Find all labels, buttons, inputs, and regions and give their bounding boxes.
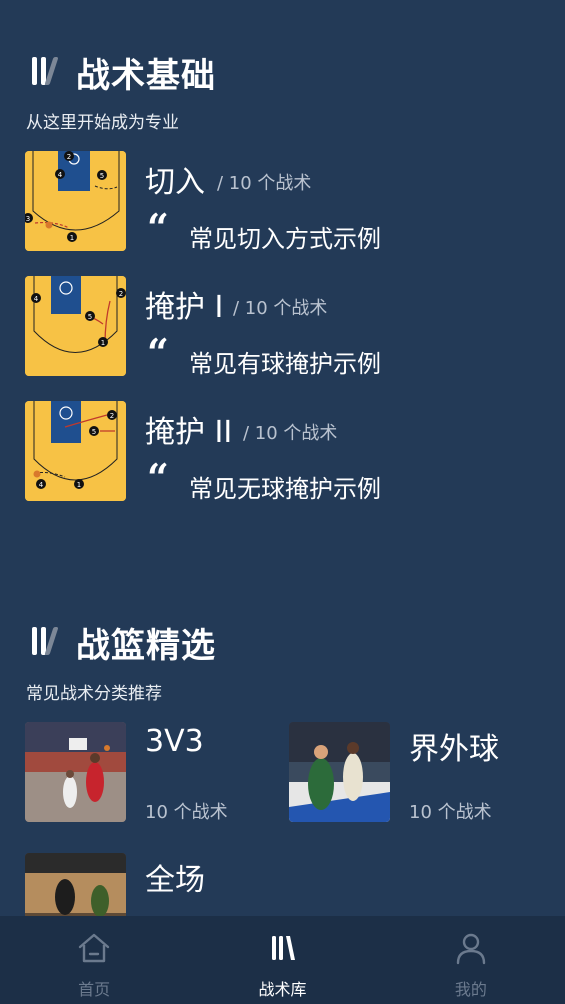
tactic-desc: 常见有球掩护示例 bbox=[189, 350, 381, 378]
tactic-count: / 10 个战术 bbox=[243, 423, 338, 444]
category-count: 10 个战术 bbox=[409, 802, 492, 823]
tactic-count: / 10 个战术 bbox=[217, 173, 312, 194]
category-name: 3V3 bbox=[145, 724, 204, 759]
category-name: 全场 bbox=[145, 863, 205, 898]
quote-icon: “ bbox=[147, 330, 169, 375]
category-photo bbox=[289, 722, 390, 822]
tactic-desc: 常见切入方式示例 bbox=[189, 225, 381, 253]
quote-icon: “ bbox=[147, 455, 169, 500]
svg-text:1: 1 bbox=[70, 234, 74, 242]
picks-header: 战篮精选 bbox=[28, 618, 216, 667]
basics-subtitle: 从这里开始成为专业 bbox=[26, 113, 179, 133]
court-diagram-icon: 2 5 4 1 bbox=[25, 401, 126, 501]
svg-text:4: 4 bbox=[34, 295, 39, 303]
picks-title: 战篮精选 bbox=[76, 626, 216, 666]
court-diagram-icon: 2 4 5 3 1 bbox=[25, 151, 126, 251]
tactics-logo-icon bbox=[262, 928, 302, 968]
basics-header: 战术基础 bbox=[28, 48, 216, 97]
svg-text:2: 2 bbox=[119, 290, 123, 298]
category-card-inbound[interactable]: 界外球 10 个战术 bbox=[289, 722, 539, 824]
basics-title: 战术基础 bbox=[76, 56, 216, 96]
tactic-card-screen-1[interactable]: 4 2 5 1 掩护 I / 10 个战术 “ 常见有球掩护示例 bbox=[25, 276, 545, 378]
home-icon bbox=[74, 928, 114, 968]
category-card-3v3[interactable]: 3V3 10 个战术 bbox=[25, 722, 275, 824]
court-diagram-icon: 4 2 5 1 bbox=[25, 276, 126, 376]
svg-text:2: 2 bbox=[67, 153, 71, 161]
tactic-name: 掩护 II bbox=[145, 415, 233, 450]
tab-home[interactable]: 首页 bbox=[0, 916, 188, 1004]
svg-text:4: 4 bbox=[39, 481, 44, 489]
user-icon bbox=[451, 928, 491, 968]
category-name: 界外球 bbox=[409, 732, 499, 767]
tab-label: 我的 bbox=[454, 980, 487, 999]
tab-label: 首页 bbox=[78, 980, 111, 999]
svg-text:1: 1 bbox=[77, 481, 81, 489]
svg-text:5: 5 bbox=[100, 172, 104, 180]
svg-text:3: 3 bbox=[26, 215, 30, 223]
svg-text:4: 4 bbox=[58, 171, 63, 179]
svg-text:5: 5 bbox=[88, 313, 92, 321]
picks-subtitle: 常见战术分类推荐 bbox=[26, 684, 162, 704]
tab-profile[interactable]: 我的 bbox=[377, 916, 565, 1004]
svg-text:5: 5 bbox=[92, 428, 96, 436]
svg-text:2: 2 bbox=[110, 412, 114, 420]
category-count: 10 个战术 bbox=[145, 802, 228, 823]
bottom-tab-bar: 首页 战术库 我的 bbox=[0, 916, 565, 1004]
tactic-name: 掩护 I bbox=[145, 290, 224, 325]
tactic-count: / 10 个战术 bbox=[233, 298, 328, 319]
category-photo bbox=[25, 722, 126, 822]
tactic-name: 切入 bbox=[145, 165, 205, 200]
quote-icon: “ bbox=[147, 205, 169, 250]
tab-label: 战术库 bbox=[258, 980, 307, 999]
tab-tactics[interactable]: 战术库 bbox=[188, 916, 376, 1004]
svg-text:1: 1 bbox=[101, 339, 105, 347]
section-logo-icon bbox=[28, 53, 68, 93]
tactic-card-cut[interactable]: 2 4 5 3 1 切入 / 10 个战术 “ 常见切入方式示例 bbox=[25, 151, 545, 253]
tactic-card-screen-2[interactable]: 2 5 4 1 掩护 II / 10 个战术 “ 常见无球掩护示例 bbox=[25, 401, 545, 503]
section-logo-icon bbox=[28, 623, 68, 663]
tactic-desc: 常见无球掩护示例 bbox=[189, 475, 381, 503]
